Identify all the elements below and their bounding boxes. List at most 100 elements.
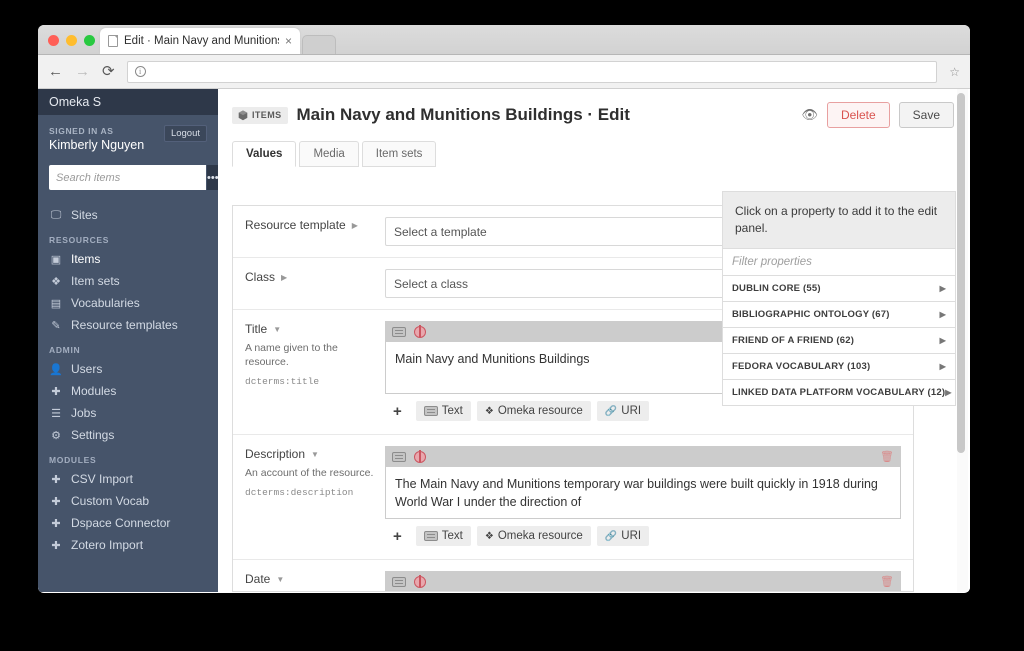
- plus-box-icon: ✚: [51, 385, 61, 398]
- property-term: dcterms:description: [245, 487, 354, 499]
- sidebar-heading-admin: ADMIN: [49, 345, 81, 355]
- sidebar-item-zotero-import[interactable]: ✚ Zotero Import: [38, 534, 218, 556]
- sidebar-search: ••• ⌕: [49, 165, 226, 190]
- chevron-down-icon[interactable]: ▼: [273, 325, 281, 334]
- sidebar-item-custom-vocab[interactable]: ✚ Custom Vocab: [38, 490, 218, 512]
- add-omeka-label: Omeka resource: [497, 405, 583, 417]
- add-uri-label: URI: [621, 530, 642, 542]
- bookmark-star-icon[interactable]: ☆: [949, 65, 960, 79]
- sidebar-heading-modules: MODULES: [49, 455, 97, 465]
- link-icon: 🔗: [604, 405, 618, 417]
- chevron-down-icon[interactable]: ▼: [311, 450, 319, 459]
- forward-icon[interactable]: →: [75, 64, 90, 79]
- vocabulary-linked-data-platform[interactable]: LINKED DATA PLATFORM VOCABULARY (12) ▶: [722, 379, 956, 406]
- sidebar-item-jobs[interactable]: ☰ Jobs: [38, 402, 218, 424]
- page-title: Main Navy and Munitions Buildings · Edit: [296, 105, 630, 124]
- search-input[interactable]: [49, 165, 206, 190]
- keyboard-icon[interactable]: [392, 576, 406, 587]
- sidebar-item-users[interactable]: 👤 Users: [38, 358, 218, 380]
- reload-icon[interactable]: ⟳: [102, 64, 115, 79]
- vocabulary-friend-of-a-friend[interactable]: FRIEND OF A FRIEND (62) ▶: [722, 327, 956, 354]
- close-window-button[interactable]: [48, 35, 59, 46]
- chevron-right-icon[interactable]: ▶: [281, 273, 287, 282]
- property-label: Date: [245, 572, 271, 586]
- maximize-window-button[interactable]: [84, 35, 95, 46]
- value-block: 🗑: [385, 446, 901, 519]
- advanced-search-button[interactable]: •••: [206, 165, 219, 190]
- add-uri-button[interactable]: 🔗 URI: [596, 526, 650, 546]
- minimize-window-button[interactable]: [66, 35, 77, 46]
- window-controls[interactable]: [48, 35, 95, 46]
- delete-value-icon[interactable]: 🗑: [880, 575, 894, 588]
- chevron-down-icon[interactable]: ▼: [276, 575, 284, 584]
- sidebar-item-resource-templates[interactable]: ✎ Resource templates: [38, 314, 218, 336]
- chevron-right-icon: ▶: [945, 387, 952, 397]
- sidebar-item-vocabularies[interactable]: ▤ Vocabularies: [38, 292, 218, 314]
- logout-button[interactable]: Logout: [163, 125, 207, 142]
- sidebar-item-item-sets[interactable]: ❖ Item sets: [38, 270, 218, 292]
- keyboard-icon[interactable]: [392, 451, 406, 462]
- keyboard-icon[interactable]: [392, 326, 406, 337]
- site-info-icon[interactable]: i: [134, 66, 146, 77]
- monitor-icon: 🖵: [50, 208, 62, 221]
- add-text-button[interactable]: Text: [415, 526, 471, 546]
- chevron-right-icon: ▶: [939, 309, 946, 319]
- save-button[interactable]: Save: [898, 102, 954, 128]
- breadcrumb-items[interactable]: ITEMS: [232, 106, 288, 124]
- add-value-button[interactable]: +: [385, 528, 410, 545]
- main-content: ITEMS Main Navy and Munitions Buildings …: [218, 89, 970, 592]
- add-text-label: Text: [441, 405, 463, 417]
- language-globe-icon[interactable]: [414, 449, 426, 463]
- properties-hint: Click on a property to add it to the edi…: [722, 191, 956, 249]
- keyboard-icon: [423, 406, 438, 416]
- filter-properties-input[interactable]: [722, 248, 956, 276]
- add-omeka-resource-button[interactable]: ❖ Omeka resource: [476, 526, 591, 546]
- add-text-button[interactable]: Text: [415, 401, 471, 421]
- class-label-cell: Class ▶: [233, 258, 385, 309]
- sidebar-item-items[interactable]: ▣ Items: [38, 248, 218, 270]
- browser-toolbar: ← → ⟳ i ☆: [38, 55, 970, 89]
- page-viewport: Omeka S SIGNED IN AS Kimberly Nguyen Log…: [38, 89, 970, 592]
- add-omeka-resource-button[interactable]: ❖ Omeka resource: [476, 401, 591, 421]
- close-tab-icon[interactable]: ×: [285, 34, 292, 48]
- property-label: Title: [245, 322, 268, 336]
- list-icon: ☰: [51, 407, 61, 420]
- browser-tab-title: Edit · Main Navy and Munitions: [124, 35, 279, 47]
- sidebar-item-label: Users: [71, 362, 103, 376]
- value-actions: + Text ❖ Omeka resource 🔗 URI: [385, 519, 901, 548]
- edit-tabs: Values Media Item sets: [218, 128, 970, 167]
- sidebar-item-csv-import[interactable]: ✚ CSV Import: [38, 468, 218, 490]
- add-value-button[interactable]: +: [385, 403, 410, 420]
- new-tab-button[interactable]: [302, 35, 336, 54]
- delete-value-icon[interactable]: 🗑: [880, 450, 894, 463]
- property-field-cell: 🗑 + Text ❖ Omeka re: [385, 435, 913, 559]
- sidebar-item-dspace-connector[interactable]: ✚ Dspace Connector: [38, 512, 218, 534]
- back-icon[interactable]: ←: [48, 64, 63, 79]
- browser-tab[interactable]: Edit · Main Navy and Munitions ×: [100, 28, 300, 54]
- vocabulary-fedora[interactable]: FEDORA VOCABULARY (103) ▶: [722, 353, 956, 380]
- sidebar-item-settings[interactable]: ⚙ Settings: [38, 424, 218, 446]
- chevron-right-icon: ▶: [939, 283, 946, 293]
- sidebar-item-label: Custom Vocab: [71, 494, 150, 508]
- omeka-logo[interactable]: Omeka S: [38, 89, 218, 115]
- sidebar-item-modules[interactable]: ✚ Modules: [38, 380, 218, 402]
- tab-media[interactable]: Media: [299, 141, 359, 167]
- value-header: 🗑: [385, 571, 901, 591]
- vocabulary-bibliographic-ontology[interactable]: BIBLIOGRAPHIC ONTOLOGY (67) ▶: [722, 301, 956, 328]
- chevron-right-icon[interactable]: ▶: [352, 221, 358, 230]
- language-globe-icon[interactable]: [414, 574, 426, 588]
- plus-box-icon: ✚: [51, 517, 61, 530]
- sidebar-item-sites[interactable]: 🖵 Sites: [38, 204, 218, 226]
- omeka-resource-icon: ❖: [484, 405, 494, 417]
- chevron-right-icon: ▶: [939, 335, 946, 345]
- address-bar[interactable]: i: [126, 60, 938, 83]
- description-value-textarea[interactable]: [385, 467, 901, 519]
- sidebar-nav: 🖵 Sites RESOURCES ▣ Items ❖ Item sets ▤ …: [38, 204, 218, 556]
- tab-item-sets[interactable]: Item sets: [361, 141, 437, 167]
- eye-preview-icon[interactable]: 👁: [801, 107, 818, 123]
- delete-button[interactable]: Delete: [826, 102, 890, 128]
- add-uri-button[interactable]: 🔗 URI: [596, 401, 650, 421]
- tab-values[interactable]: Values: [232, 141, 297, 167]
- language-globe-icon[interactable]: [414, 324, 426, 338]
- vocabulary-dublin-core[interactable]: DUBLIN CORE (55) ▶: [722, 275, 956, 302]
